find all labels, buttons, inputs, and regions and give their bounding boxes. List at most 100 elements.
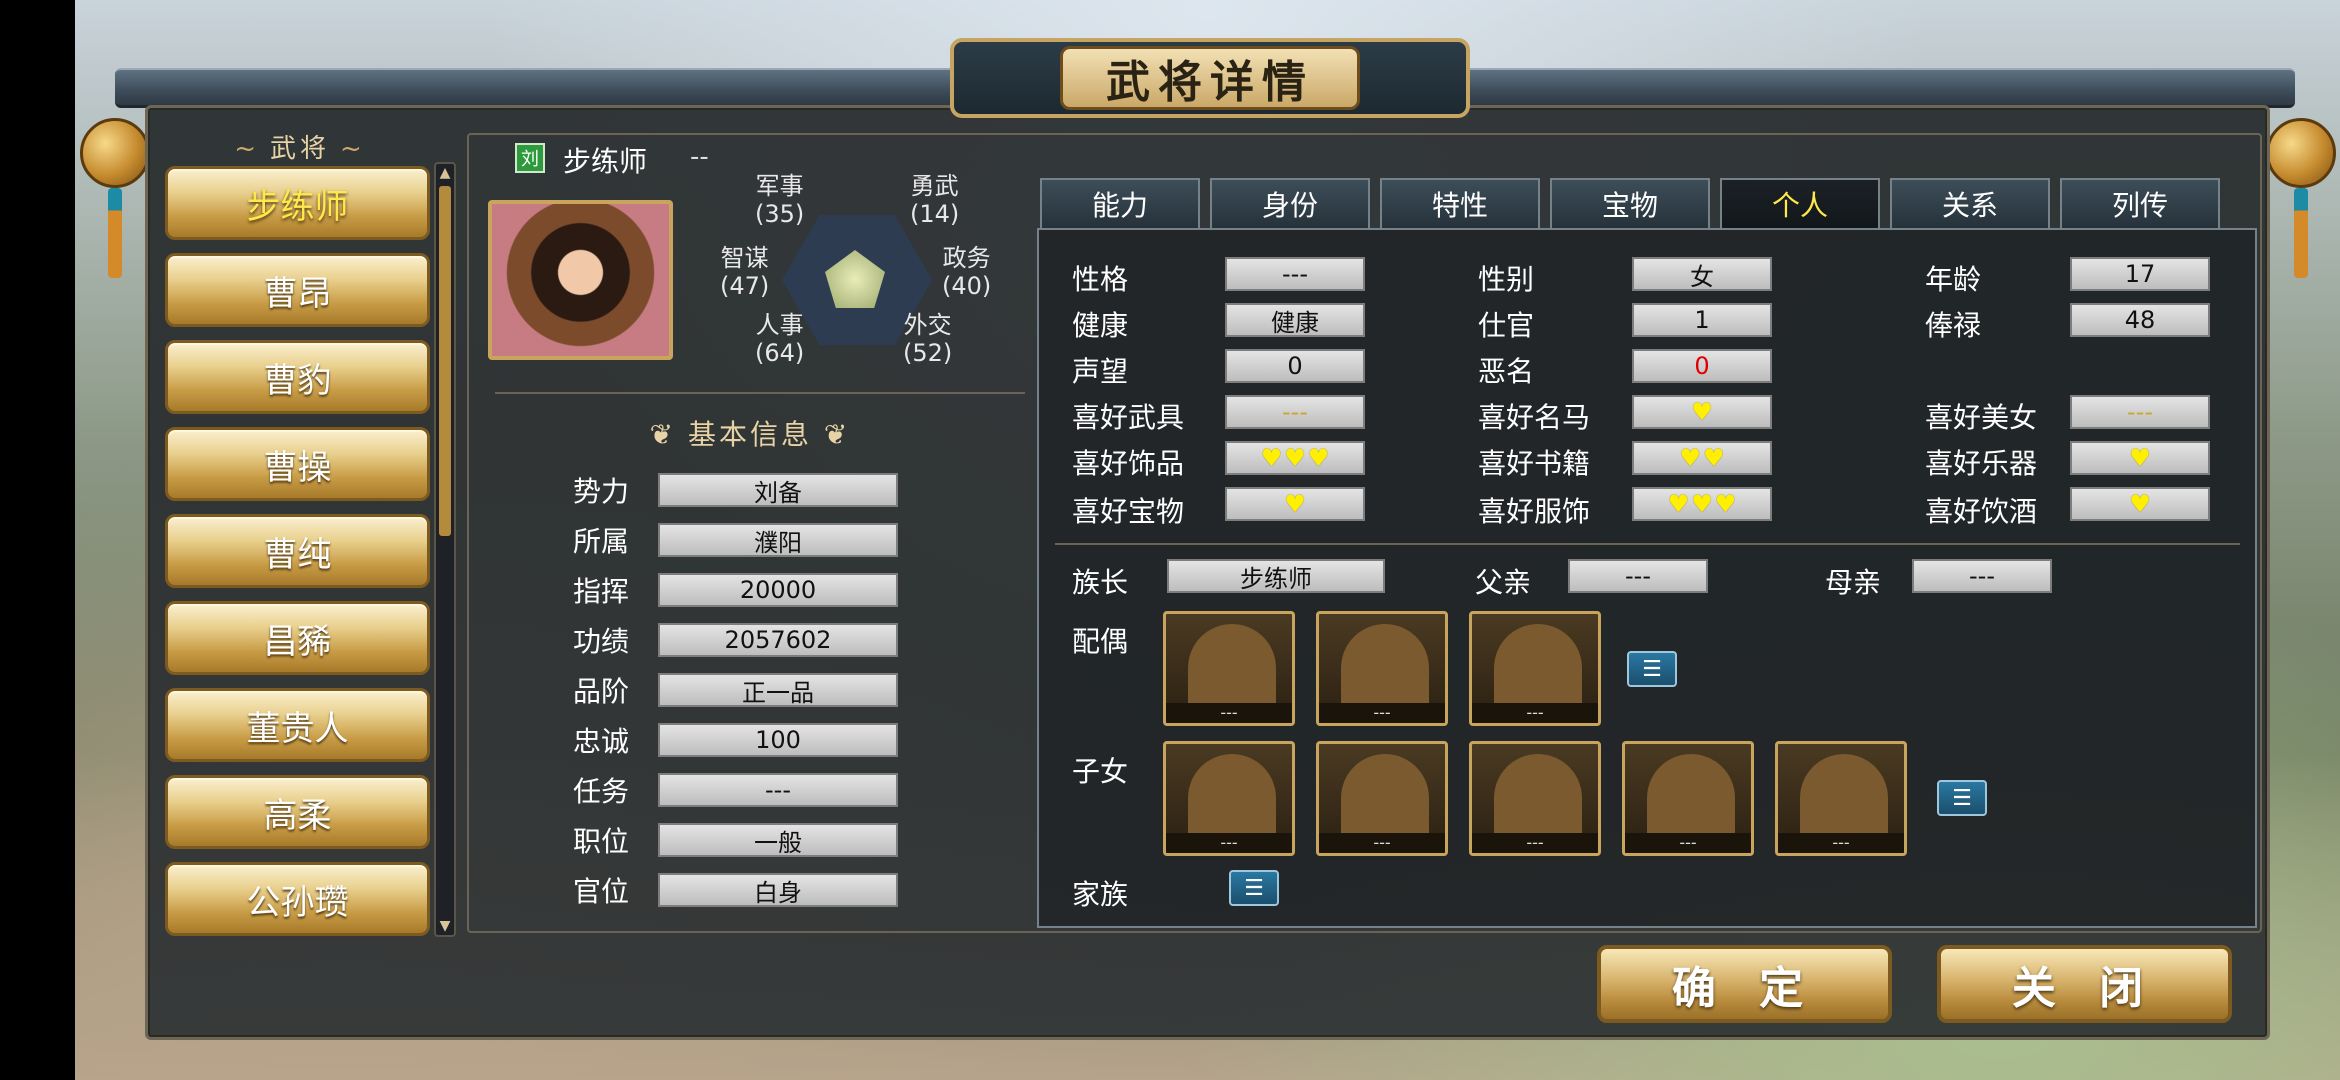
avatar-placeholder-icon xyxy=(1494,754,1582,842)
title-plaque: 武将详情 xyxy=(950,38,1470,118)
info-row-task: 任务 --- xyxy=(573,770,898,810)
tab-personal[interactable]: 个人 xyxy=(1720,178,1880,228)
value-clan-head[interactable]: 步练师 xyxy=(1167,559,1385,593)
tab-traits[interactable]: 特性 xyxy=(1380,178,1540,228)
label-fav-wine: 喜好饮酒 xyxy=(1925,495,2038,528)
faction-badge: 刘 xyxy=(515,143,545,173)
value-age: 17 xyxy=(2070,257,2210,291)
value-fav-treasure: ♥ xyxy=(1225,487,1365,521)
info-row-rank: 品阶 正一品 xyxy=(573,670,898,710)
hero-list-scrollbar[interactable]: ▲ ▼ xyxy=(434,162,456,937)
label-official: 仕官 xyxy=(1478,309,1535,342)
value-personality: --- xyxy=(1225,257,1365,291)
info-row-loyalty: 忠诚 100 xyxy=(573,720,898,760)
hero-list-item[interactable]: 公孙瓒 xyxy=(165,862,430,936)
label-clan-head: 族长 xyxy=(1072,566,1129,599)
heart-icon: ♥ xyxy=(1679,444,1701,472)
hero-list-item[interactable]: 曹操 xyxy=(165,427,430,501)
value-fav-jewelry: ♥ ♥ ♥ xyxy=(1225,441,1365,475)
child-slot[interactable]: --- xyxy=(1622,741,1754,856)
value-mother[interactable]: --- xyxy=(1912,559,2052,593)
scroll-up-icon[interactable]: ▲ xyxy=(437,165,453,181)
value-fav-horse: ♥ xyxy=(1632,395,1772,429)
value-gender: 女 xyxy=(1632,257,1772,291)
label-children: 子女 xyxy=(1072,755,1129,788)
label-clan: 家族 xyxy=(1072,878,1129,911)
child-slot[interactable]: --- xyxy=(1775,741,1907,856)
heart-icon: ♥ xyxy=(1667,490,1690,518)
close-button[interactable]: 关 闭 xyxy=(1937,945,2232,1023)
label-mother: 母亲 xyxy=(1825,566,1882,599)
heart-icon: ♥ xyxy=(1307,444,1330,472)
avatar-placeholder-icon xyxy=(1341,754,1429,842)
child-slot[interactable]: --- xyxy=(1163,741,1295,856)
family-divider xyxy=(1055,543,2240,545)
scroll-down-icon[interactable]: ▼ xyxy=(437,918,453,934)
scroll-thumb[interactable] xyxy=(439,186,451,536)
hero-list-item[interactable]: 高柔 xyxy=(165,775,430,849)
label-fame: 声望 xyxy=(1072,355,1129,388)
spouse-slot[interactable]: --- xyxy=(1469,611,1601,726)
value-fav-music: ♥ xyxy=(2070,441,2210,475)
children-list-icon[interactable]: ☰ xyxy=(1937,780,1987,816)
hero-list-title: 武将 xyxy=(160,128,440,165)
heart-icon: ♥ xyxy=(1260,444,1283,472)
info-row-position: 职位 一般 xyxy=(573,820,898,860)
value-fav-books: ♥ ♥ xyxy=(1632,441,1772,475)
heart-icon: ♥ xyxy=(1284,444,1306,472)
clan-list-icon[interactable]: ☰ xyxy=(1229,870,1279,906)
spouse-list-icon[interactable]: ☰ xyxy=(1627,651,1677,687)
hero-list: 步练师 曹昂 曹豹 曹操 曹纯 昌豨 董贵人 高柔 公孙瓒 xyxy=(165,166,430,949)
stat-personnel: 人事 (64) xyxy=(755,311,805,367)
label-salary: 俸禄 xyxy=(1925,309,1982,342)
label-fav-horse: 喜好名马 xyxy=(1478,401,1591,434)
left-ornament-knob xyxy=(80,118,150,188)
page-title: 武将详情 xyxy=(1060,46,1360,110)
info-row-office: 官位 白身 xyxy=(573,870,898,910)
hero-list-item[interactable]: 步练师 xyxy=(165,166,430,240)
info-row-faction: 势力 刘备 xyxy=(573,470,898,510)
value-fav-weapon: --- xyxy=(1225,395,1365,429)
hero-name: 步练师 xyxy=(563,145,648,178)
heart-icon: ♥ xyxy=(2129,490,2151,518)
hero-suffix: -- xyxy=(690,142,709,172)
heart-icon: ♥ xyxy=(1284,490,1306,518)
avatar-placeholder-icon xyxy=(1800,754,1888,842)
value-infamy: 0 xyxy=(1632,349,1772,383)
hero-list-item[interactable]: 昌豨 xyxy=(165,601,430,675)
stat-valor: 勇武 (14) xyxy=(910,172,960,228)
value-fav-beauty: --- xyxy=(2070,395,2210,429)
tab-biography[interactable]: 列传 xyxy=(2060,178,2220,228)
stat-strategy: 智谋 (47) xyxy=(720,244,770,300)
basic-info-title: ❦ 基本信息 ❦ xyxy=(649,418,851,451)
avatar-placeholder-icon xyxy=(1341,624,1429,712)
tab-identity[interactable]: 身份 xyxy=(1210,178,1370,228)
tab-bar: 能力 身份 特性 宝物 个人 关系 列传 xyxy=(1040,178,2230,228)
label-gender: 性别 xyxy=(1478,263,1535,296)
avatar-placeholder-icon xyxy=(1188,624,1276,712)
hero-list-item[interactable]: 董贵人 xyxy=(165,688,430,762)
spouse-slot[interactable]: --- xyxy=(1163,611,1295,726)
tab-treasure[interactable]: 宝物 xyxy=(1550,178,1710,228)
label-spouse: 配偶 xyxy=(1072,625,1129,658)
avatar-placeholder-icon xyxy=(1494,624,1582,712)
spouse-slot[interactable]: --- xyxy=(1316,611,1448,726)
child-slot[interactable]: --- xyxy=(1469,741,1601,856)
tab-relations[interactable]: 关系 xyxy=(1890,178,2050,228)
label-fav-clothing: 喜好服饰 xyxy=(1478,495,1591,528)
info-row-merit: 功绩 2057602 xyxy=(573,620,898,660)
tab-ability[interactable]: 能力 xyxy=(1040,178,1200,228)
value-father[interactable]: --- xyxy=(1568,559,1708,593)
child-slot[interactable]: --- xyxy=(1316,741,1448,856)
label-fav-treasure: 喜好宝物 xyxy=(1072,495,1185,528)
hero-list-item[interactable]: 曹昂 xyxy=(165,253,430,327)
label-fav-music: 喜好乐器 xyxy=(1925,447,2038,480)
heart-icon: ♥ xyxy=(2129,444,2151,472)
info-row-command: 指挥 20000 xyxy=(573,570,898,610)
left-tassel xyxy=(108,188,122,278)
hero-list-item[interactable]: 曹豹 xyxy=(165,340,430,414)
hero-list-item[interactable]: 曹纯 xyxy=(165,514,430,588)
avatar-placeholder-icon xyxy=(1188,754,1276,842)
confirm-button[interactable]: 确 定 xyxy=(1597,945,1892,1023)
heart-icon: ♥ xyxy=(1714,490,1737,518)
